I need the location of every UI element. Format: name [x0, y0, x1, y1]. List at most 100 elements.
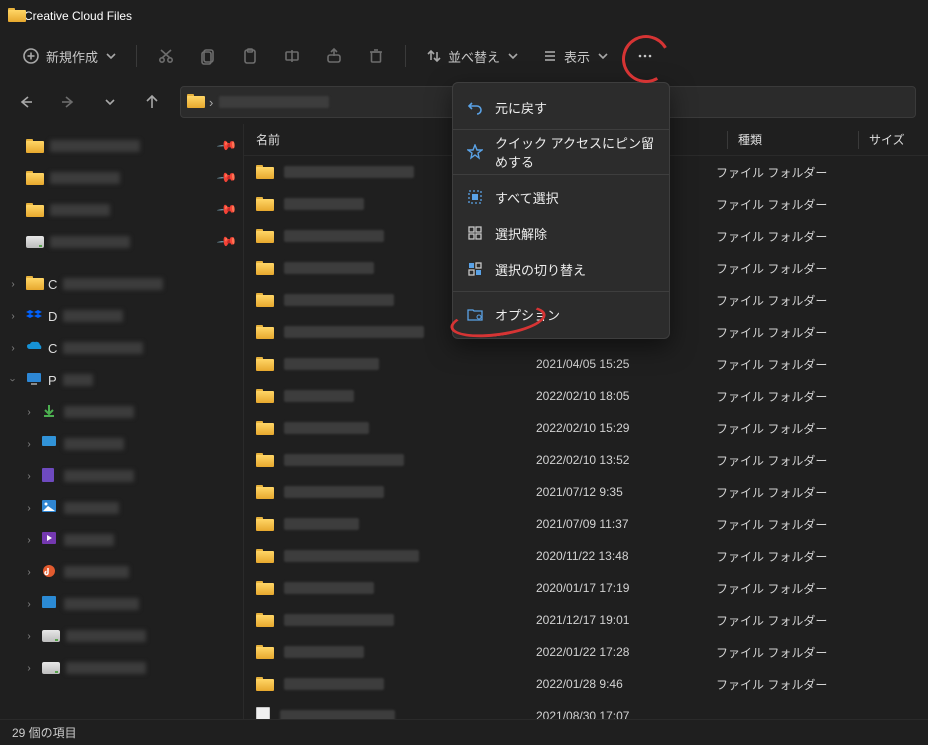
menu-toggle-selection[interactable]: 選択の切り替え [453, 251, 669, 287]
sidebar-label: C [48, 341, 57, 356]
file-row[interactable]: 2022/01/22 17:28ファイル フォルダー [244, 636, 928, 668]
cut-button[interactable] [147, 38, 185, 74]
sidebar-item[interactable]: 📌 [0, 226, 243, 258]
file-name [284, 358, 379, 370]
folder-icon [256, 677, 274, 691]
sidebar-item[interactable]: › [0, 524, 243, 556]
folder-icon [256, 645, 274, 659]
pin-icon: 📌 [216, 199, 239, 222]
sidebar-item[interactable]: › [0, 428, 243, 460]
menu-label: すべて選択 [495, 188, 559, 207]
file-row[interactable]: 2022/02/10 18:05ファイル フォルダー [244, 380, 928, 412]
file-name [284, 582, 374, 594]
sidebar-item[interactable]: 📌 [0, 194, 243, 226]
videos-icon [42, 532, 58, 548]
share-button[interactable] [315, 38, 353, 74]
folder-icon [256, 293, 274, 307]
more-button[interactable] [626, 38, 664, 74]
file-row[interactable]: 2022/01/28 9:46ファイル フォルダー [244, 668, 928, 700]
file-name [284, 262, 374, 274]
forward-button[interactable] [54, 88, 82, 116]
collapse-icon[interactable]: › [6, 373, 20, 387]
file-name [280, 710, 395, 719]
sidebar-item[interactable]: › [0, 652, 243, 684]
file-row[interactable]: 2021/08/30 17:07 [244, 700, 928, 719]
file-type: ファイル フォルダー [716, 580, 836, 597]
menu-options[interactable]: オプション [453, 296, 669, 332]
file-type: ファイル フォルダー [716, 676, 836, 693]
sidebar-item[interactable]: › [0, 460, 243, 492]
expand-icon[interactable]: › [6, 341, 20, 355]
file-type: ファイル フォルダー [716, 164, 836, 181]
back-button[interactable] [12, 88, 40, 116]
file-row[interactable]: 2020/01/17 17:19ファイル フォルダー [244, 572, 928, 604]
file-row[interactable]: 2020/11/22 13:48ファイル フォルダー [244, 540, 928, 572]
recent-dropdown[interactable] [96, 88, 124, 116]
menu-deselect[interactable]: 選択解除 [453, 215, 669, 251]
paste-button[interactable] [231, 38, 269, 74]
view-button[interactable]: 表示 [532, 38, 618, 74]
rename-icon [283, 47, 301, 65]
menu-pin-quick-access[interactable]: クイック アクセスにピン留めする [453, 134, 669, 170]
folder-icon [256, 581, 274, 595]
folder-icon [256, 485, 274, 499]
sidebar-item[interactable]: › [0, 492, 243, 524]
folder-icon [256, 453, 274, 467]
file-name [284, 422, 369, 434]
sort-button[interactable]: 並べ替え [416, 38, 528, 74]
sidebar-item[interactable]: › [0, 620, 243, 652]
sidebar-item-dropbox[interactable]: ›D [0, 300, 243, 332]
expand-icon[interactable]: › [22, 565, 36, 579]
pc-icon [26, 372, 42, 388]
file-date: 2020/11/22 13:48 [536, 549, 716, 563]
menu-select-all[interactable]: すべて選択 [453, 179, 669, 215]
sidebar-item[interactable]: 📌 [0, 162, 243, 194]
sidebar-item[interactable]: › [0, 396, 243, 428]
share-icon [325, 47, 343, 65]
sidebar-item-pc[interactable]: ›P [0, 364, 243, 396]
file-date: 2021/12/17 19:01 [536, 613, 716, 627]
expand-icon[interactable]: › [22, 437, 36, 451]
file-row[interactable]: 2021/07/09 11:37ファイル フォルダー [244, 508, 928, 540]
expand-icon[interactable]: › [6, 309, 20, 323]
file-row[interactable]: 2022/02/10 15:29ファイル フォルダー [244, 412, 928, 444]
sidebar-item[interactable]: › [0, 556, 243, 588]
up-button[interactable] [138, 88, 166, 116]
file-type: ファイル フォルダー [716, 548, 836, 565]
rename-button[interactable] [273, 38, 311, 74]
file-row[interactable]: 2021/12/17 19:01ファイル フォルダー [244, 604, 928, 636]
file-type: ファイル フォルダー [716, 516, 836, 533]
sidebar-item-onedrive[interactable]: ›C [0, 332, 243, 364]
expand-icon[interactable]: › [22, 501, 36, 515]
path-segment [219, 96, 329, 108]
column-size[interactable]: サイズ [869, 131, 928, 148]
sidebar-item[interactable]: 📌 [0, 130, 243, 162]
arrow-left-icon [18, 94, 34, 110]
file-row[interactable]: 2021/04/05 15:25ファイル フォルダー [244, 348, 928, 380]
file-row[interactable]: 2021/07/12 9:35ファイル フォルダー [244, 476, 928, 508]
expand-icon[interactable]: › [22, 597, 36, 611]
delete-button[interactable] [357, 38, 395, 74]
new-button[interactable]: 新規作成 [12, 38, 126, 74]
expand-icon[interactable]: › [22, 629, 36, 643]
file-date: 2021/07/09 11:37 [536, 517, 716, 531]
copy-button[interactable] [189, 38, 227, 74]
file-name [284, 326, 424, 338]
expand-icon[interactable]: › [6, 277, 20, 291]
column-type[interactable]: 種類 [738, 131, 858, 148]
sidebar-item[interactable]: › [0, 588, 243, 620]
expand-icon[interactable]: › [22, 405, 36, 419]
file-name [284, 518, 359, 530]
expand-icon[interactable]: › [22, 661, 36, 675]
menu-undo[interactable]: 元に戻す [453, 89, 669, 125]
file-row[interactable]: 2022/02/10 13:52ファイル フォルダー [244, 444, 928, 476]
expand-icon[interactable]: › [22, 533, 36, 547]
star-icon [467, 144, 483, 160]
sidebar-item-cc[interactable]: ›C [0, 268, 243, 300]
folder-icon [256, 613, 274, 627]
file-date: 2021/04/05 15:25 [536, 357, 716, 371]
file-date: 2021/07/12 9:35 [536, 485, 716, 499]
folder-icon [256, 389, 274, 403]
drive-icon [26, 236, 44, 248]
expand-icon[interactable]: › [22, 469, 36, 483]
